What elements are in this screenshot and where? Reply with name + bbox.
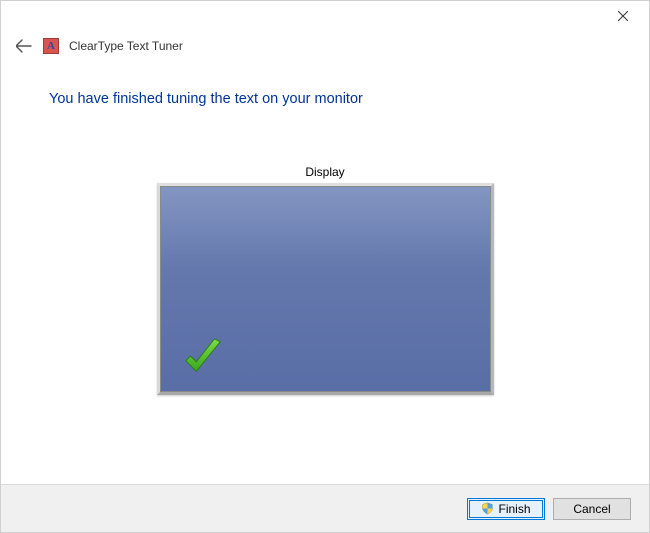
shield-icon [481,502,494,515]
display-area: Display [49,165,601,395]
titlebar [1,1,649,31]
finish-button[interactable]: Finish [467,498,545,520]
app-title: ClearType Text Tuner [69,39,183,53]
checkmark-icon [180,334,226,380]
back-arrow-icon [16,39,32,53]
close-button[interactable] [601,2,645,30]
back-button[interactable] [15,37,33,55]
display-label: Display [49,165,601,179]
app-icon-letter: A [47,41,55,52]
finish-button-label: Finish [498,502,530,516]
app-icon: A [43,38,59,54]
monitor-preview [157,183,494,395]
cancel-button[interactable]: Cancel [553,498,631,520]
content-area: You have finished tuning the text on you… [1,61,649,395]
close-icon [618,11,628,21]
cancel-button-label: Cancel [573,502,610,516]
page-heading: You have finished tuning the text on you… [49,91,601,107]
header-bar: A ClearType Text Tuner [1,31,649,61]
footer-bar: Finish Cancel [1,484,649,532]
